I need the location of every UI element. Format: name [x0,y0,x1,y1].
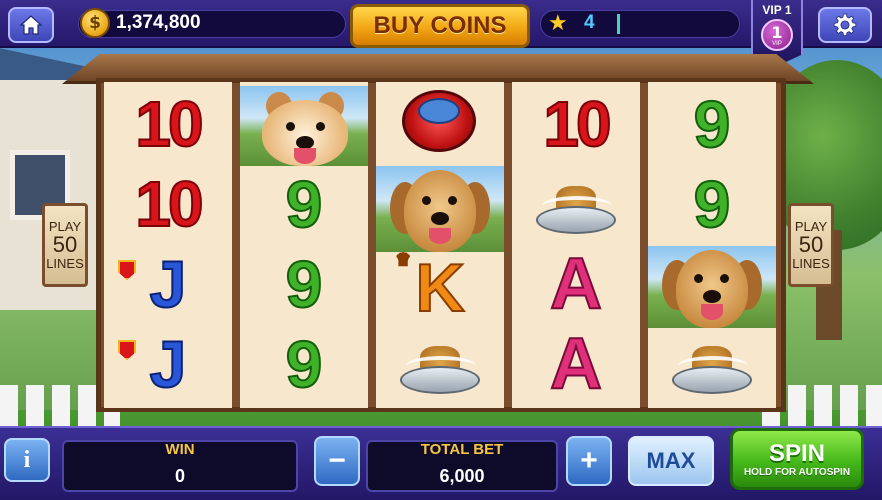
dog-eye [448,196,457,205]
golden-retriever-dog-icon [648,246,776,328]
vip-small-label: VIP [772,41,782,47]
symbol-K: ♛ K [376,248,504,328]
reel-5: 9 9 [648,82,776,408]
buy-coins-button[interactable]: BUY COINS [350,4,530,48]
dog-tongue [294,148,316,164]
symbol-9: 9 [693,166,732,242]
lines-label: LINES [46,255,84,271]
decrease-bet-button[interactable]: − [314,436,360,486]
gear-icon [833,13,857,36]
dog-nose [703,290,721,303]
symbol-9: 9 [285,246,324,322]
play-label: PLAY [794,218,828,234]
settings-button[interactable] [818,7,872,43]
dog-nose [431,212,449,225]
total-bet-label: TOTAL BET [420,441,504,458]
spin-button[interactable]: SPIN HOLD FOR AUTOSPIN [730,428,864,490]
golden-retriever-dog-icon [376,166,504,252]
dog-eye [422,196,431,205]
lines-count: 50 [52,232,78,258]
player-level: 4 [584,12,595,33]
level-progress-fill [617,14,620,34]
dog-eye [694,274,703,283]
play-label: PLAY [48,218,82,234]
crest-icon [118,260,136,280]
symbol-9: 9 [693,86,732,162]
symbol-A: A [549,323,603,405]
dog-tongue [701,304,723,320]
bowl-splash [542,196,612,216]
dog-tongue [429,228,451,244]
frisbee-label-icon [418,98,460,124]
symbol-J: J [104,324,232,404]
win-value: 0 [174,466,185,486]
win-label: WIN [165,441,195,458]
dog-bowl-icon [648,326,776,406]
star-icon: ★ [548,11,568,36]
spin-label: SPIN [768,439,825,467]
reel-4: 10 A A [512,82,640,408]
lines-label: LINES [792,255,830,271]
symbol-9: 9 [285,326,324,402]
autospin-hint: HOLD FOR AUTOSPIN [743,466,851,478]
symbol-K-label: K [414,249,465,327]
pomeranian-dog-icon [240,86,368,166]
crest-icon [118,340,136,360]
dog-bowl-icon [376,326,504,406]
dog-bowl-icon [512,166,640,246]
coin-balance: 1,374,800 [116,12,201,33]
home-icon [19,15,43,35]
symbol-9: 9 [285,166,324,242]
crown-icon: ♛ [395,251,411,270]
dog-eye [286,122,295,131]
symbol-J-label: J [149,246,188,322]
increase-bet-button[interactable]: + [566,436,612,486]
play-lines-badge-left: PLAY 50 LINES [42,203,88,287]
info-button[interactable]: i [4,438,50,482]
symbol-J: J [104,244,232,324]
coin-icon: $ [80,8,110,38]
symbol-10: 10 [134,87,204,161]
dog-eye [316,122,325,131]
lines-count: 50 [798,232,824,258]
bowl-splash [678,356,748,376]
play-lines-badge-right: PLAY 50 LINES [788,203,834,287]
reel-2: 9 9 9 [240,82,368,408]
vip-label: VIP 1 [762,3,792,17]
level-progress-pill [540,10,740,38]
bowl-splash [406,356,476,376]
home-button[interactable] [8,7,54,43]
dog-eye [720,274,729,283]
symbol-10: 10 [134,167,204,241]
total-bet-value: 6,000 [439,466,485,486]
symbol-10: 10 [542,87,612,161]
symbol-J-label: J [149,326,188,402]
reel-1: 10 10 J J [104,82,232,408]
symbol-A: A [549,243,603,325]
max-bet-button[interactable]: MAX [628,436,714,486]
